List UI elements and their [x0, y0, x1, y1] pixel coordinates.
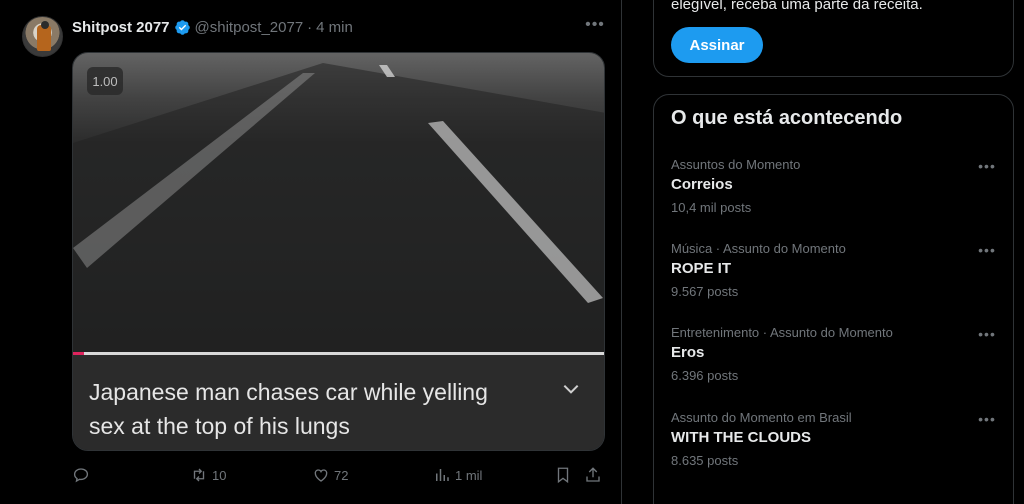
- like-count: 72: [334, 467, 349, 483]
- tweet-timestamp[interactable]: 4 min: [316, 19, 353, 36]
- video-caption-panel: Japanese man chases car while yelling se…: [73, 355, 604, 450]
- video-frame[interactable]: 1.00: [73, 53, 604, 353]
- trend-topic: Correios: [671, 176, 733, 193]
- bookmark-button[interactable]: [554, 462, 572, 488]
- analytics-icon: [436, 469, 449, 481]
- trend-context: Assuntos do Momento: [671, 157, 801, 172]
- verified-badge-icon: [174, 19, 190, 35]
- trends-title: O que está acontecendo: [671, 107, 903, 129]
- tweet-header: Shitpost 2077 @shitpost_2077 · 4 min: [72, 17, 353, 37]
- tweet-more-icon[interactable]: •••: [584, 14, 606, 36]
- trend-more-icon[interactable]: •••: [976, 241, 998, 259]
- trend-more-icon[interactable]: •••: [976, 157, 998, 175]
- video-player[interactable]: 1.00 Japanese man chases car while yelli…: [72, 52, 605, 451]
- retweet-icon: [193, 468, 205, 482]
- trend-post-count: 6.396 posts: [671, 368, 739, 383]
- road-scene: [73, 63, 604, 353]
- author-name[interactable]: Shitpost 2077: [72, 19, 170, 36]
- trend-context: Entretenimento · Assunto do Momento: [671, 325, 893, 340]
- tweet[interactable]: Shitpost 2077 @shitpost_2077 · 4 min •••…: [0, 0, 622, 504]
- trend-topic: Eros: [671, 344, 705, 361]
- author-avatar[interactable]: [22, 16, 63, 57]
- heart-icon: [314, 469, 328, 482]
- separator-dot: ·: [307, 18, 313, 36]
- share-icon: [586, 467, 600, 482]
- trend-post-count: 8.635 posts: [671, 453, 739, 468]
- video-caption: Japanese man chases car while yelling se…: [89, 379, 488, 439]
- like-button[interactable]: 72: [312, 462, 348, 488]
- trend-more-icon[interactable]: •••: [976, 325, 998, 343]
- reply-button[interactable]: [72, 462, 94, 488]
- trend-item[interactable]: Entretenimento · Assunto do Momento Eros…: [654, 325, 1013, 409]
- trend-context: Música · Assunto do Momento: [671, 241, 846, 256]
- trend-post-count: 9.567 posts: [671, 284, 739, 299]
- chevron-down-icon[interactable]: [561, 379, 581, 399]
- trend-topic: ROPE IT: [671, 260, 732, 277]
- premium-description: elegível, receba uma parte da receita.: [671, 0, 923, 13]
- tweet-actions: 10 72 1 mil: [72, 462, 608, 488]
- trend-post-count: 10,4 mil posts: [671, 200, 752, 215]
- views-button[interactable]: 1 mil: [433, 462, 482, 488]
- subscribe-button[interactable]: Assinar: [671, 27, 763, 63]
- playback-speed-badge[interactable]: 1.00: [87, 67, 123, 95]
- trend-more-icon[interactable]: •••: [976, 410, 998, 428]
- trend-item[interactable]: Assuntos do Momento Correios 10,4 mil po…: [654, 157, 1013, 241]
- trend-item[interactable]: Assunto do Momento em Brasil WITH THE CL…: [654, 410, 1013, 494]
- trend-item[interactable]: Música · Assunto do Momento ROPE IT 9.56…: [654, 241, 1013, 325]
- share-button[interactable]: [584, 462, 602, 488]
- bookmark-icon: [557, 467, 569, 484]
- trend-context: Assunto do Momento em Brasil: [671, 410, 852, 425]
- views-count: 1 mil: [455, 467, 483, 483]
- reply-icon: [73, 468, 89, 483]
- author-handle[interactable]: @shitpost_2077: [195, 19, 304, 36]
- trend-topic: WITH THE CLOUDS: [671, 429, 811, 446]
- retweet-button[interactable]: 10: [190, 462, 226, 488]
- retweet-count: 10: [212, 467, 227, 483]
